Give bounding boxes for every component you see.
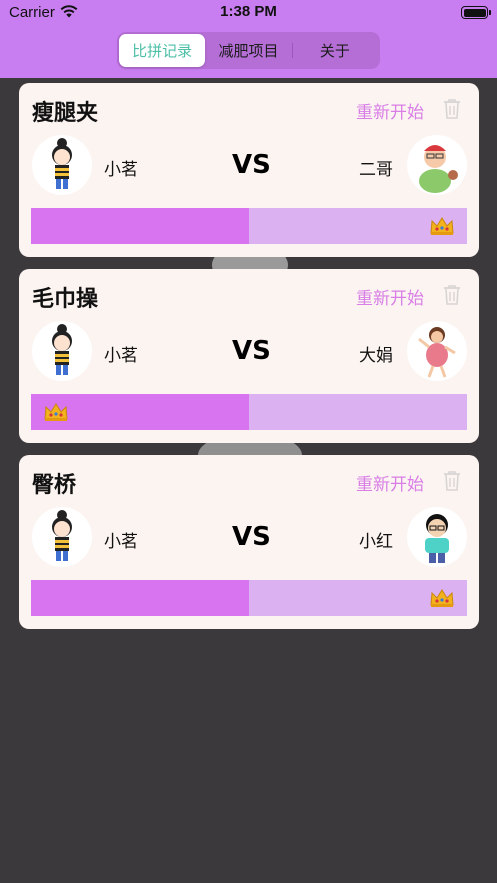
vs-label: VS [232,150,271,180]
restart-button[interactable]: 重新开始 [356,470,424,495]
left-player-name: 小茗 [104,346,138,366]
card-title: 毛巾操 [32,287,99,312]
challenge-card: 臀桥 重新开始 小茗 VS 小红 [19,455,479,629]
crown-icon [430,217,454,235]
challenge-card: 毛巾操 重新开始 小茗 VS 大娟 [19,269,479,443]
right-player-name: 大娟 [359,346,393,366]
challenge-card: 瘦腿夹 重新开始 小茗 VS 二哥 [19,83,479,257]
progress-fill [31,580,249,616]
segmented-control: 比拼记录 减肥项目 关于 [117,32,380,69]
tab-projects[interactable]: 减肥项目 [205,34,291,67]
clock: 1:38 PM [220,3,277,20]
battery-icon [461,6,491,19]
tab-records[interactable]: 比拼记录 [119,34,206,67]
header-bar: Carrier 1:38 PM 比拼记录 减肥项目 关于 [0,0,497,78]
restart-button[interactable]: 重新开始 [356,284,424,309]
boy-glasses-avatar [407,507,467,567]
progress-fill [31,208,249,244]
crown-icon [430,589,454,607]
card-title: 瘦腿夹 [32,101,99,126]
status-bar: Carrier 1:38 PM [0,0,497,26]
crown-icon [44,403,68,421]
progress-bar [31,394,467,430]
girl-bun-avatar [32,321,92,381]
left-player-name: 小茗 [104,532,138,552]
right-player-name: 二哥 [359,160,393,180]
card-title: 臀桥 [32,473,77,498]
restart-button[interactable]: 重新开始 [356,98,424,123]
vs-label: VS [232,336,271,366]
girl-bun-avatar [32,507,92,567]
girl-bun-avatar [32,135,92,195]
progress-bar [31,580,467,616]
dancing-lady-avatar [407,321,467,381]
trash-icon[interactable] [442,98,462,120]
progress-bar [31,208,467,244]
chubby-guy-avatar [407,135,467,195]
tab-about[interactable]: 关于 [291,34,378,67]
vs-label: VS [232,522,271,552]
left-player-name: 小茗 [104,160,138,180]
right-player-name: 小红 [359,532,393,552]
trash-icon[interactable] [442,284,462,306]
trash-icon[interactable] [442,470,462,492]
